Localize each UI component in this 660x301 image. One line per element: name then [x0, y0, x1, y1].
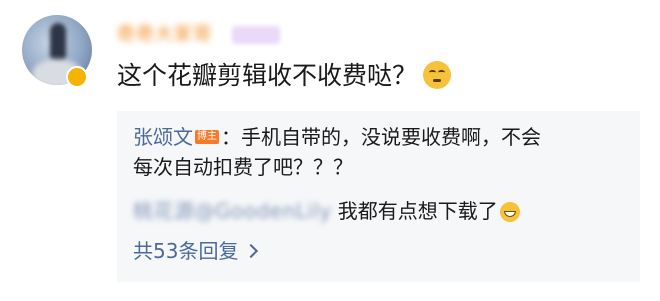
blogger-badge: 博主 — [195, 129, 219, 144]
reply-item: 张颂文 博主 ：手机自带的，没说要收费啊，不会 — [133, 123, 541, 151]
reply-author[interactable]: 张颂文 — [133, 125, 193, 149]
reply-text-continued: 每次自动扣费了吧？？？ — [133, 155, 353, 179]
vip-badge-icon — [66, 66, 88, 88]
reply-box: 张颂文 博主 ：手机自带的，没说要收费啊，不会 每次自动扣费了吧？？？ 桃花源@Go… — [117, 111, 640, 282]
comment-text: 这个花瓣剪辑收不收费哒？ — [117, 60, 452, 92]
reply-item: 桃花源@GoodenLily 我都有点想下载了 — [133, 197, 520, 225]
comment-username[interactable]: 奇奇大家哥 — [117, 24, 227, 46]
smirk-face-icon — [423, 61, 452, 89]
laughing-tears-icon — [499, 201, 520, 222]
reply-author[interactable]: 桃花源@GoodenLily — [133, 199, 332, 223]
reply-text: 我都有点想下载了 — [337, 199, 498, 223]
reply-count-label: 共53条回复 — [133, 239, 239, 263]
user-level-badge — [232, 26, 280, 44]
reply-text: ：手机自带的，没说要收费啊，不会 — [221, 125, 541, 149]
comment-text-content: 这个花瓣剪辑收不收费哒？ — [117, 61, 418, 90]
view-all-replies-link[interactable]: 共53条回复 — [133, 237, 259, 265]
chevron-right-icon — [244, 243, 259, 259]
